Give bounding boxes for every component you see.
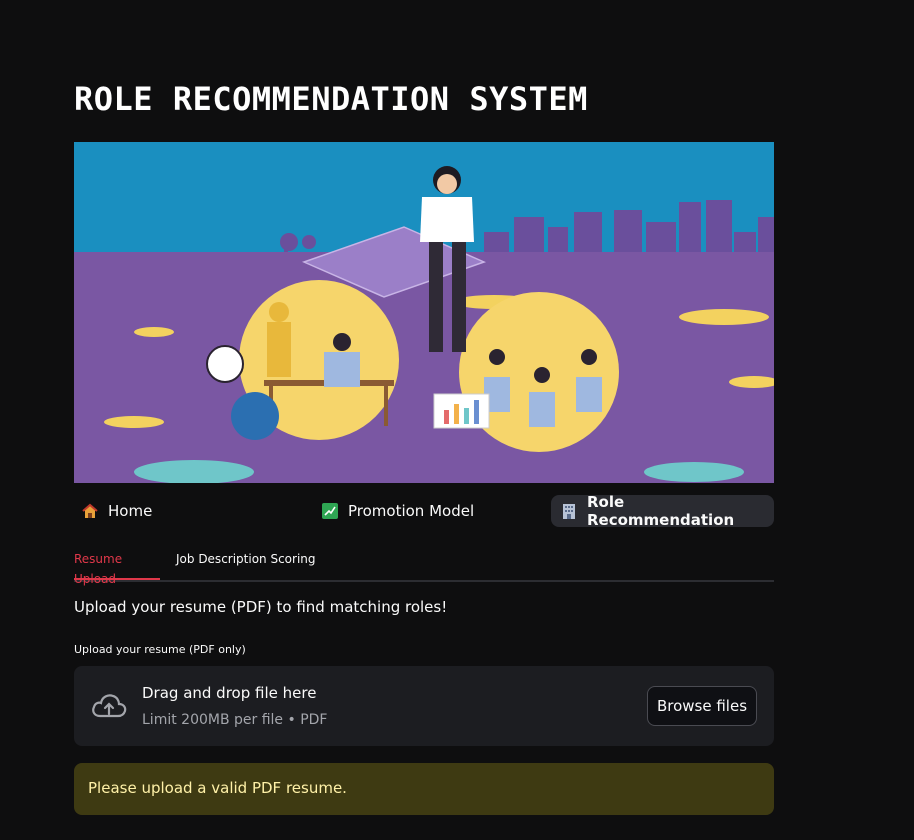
tab-resume-upload[interactable]: Resume Upload — [74, 549, 160, 586]
cloud-upload-icon — [92, 694, 127, 718]
office-building-icon — [561, 503, 577, 519]
page-title: ROLE RECOMMENDATION SYSTEM — [74, 80, 588, 118]
warning-text: Please upload a valid PDF resume. — [88, 779, 347, 797]
browse-files-button[interactable]: Browse files — [647, 686, 757, 726]
upload-field-label: Upload your resume (PDF only) — [74, 643, 246, 656]
hero-illustration — [74, 142, 774, 483]
nav-item-home[interactable]: Home — [74, 495, 160, 527]
top-navigation: Home Promotion Model Role Recommendation — [74, 493, 774, 529]
nav-item-role-recommendation[interactable]: Role Recommendation — [551, 493, 774, 529]
nav-item-label: Promotion Model — [348, 502, 475, 520]
house-icon — [82, 503, 98, 519]
nav-item-label: Role Recommendation — [587, 493, 735, 529]
upload-prompt: Upload your resume (PDF) to find matchin… — [74, 598, 448, 616]
dropzone-limit-text: Limit 200MB per file • PDF — [142, 712, 328, 728]
tab-job-description-scoring[interactable]: Job Description Scoring — [176, 549, 316, 578]
nav-item-label: Home — [108, 502, 153, 520]
tab-bar: Resume Upload Job Description Scoring — [74, 549, 774, 586]
file-dropzone[interactable]: Drag and drop file here Limit 200MB per … — [74, 666, 774, 746]
nav-item-promotion-model[interactable]: Promotion Model — [314, 495, 482, 527]
chart-increasing-icon — [322, 503, 338, 519]
dropzone-title: Drag and drop file here — [142, 684, 317, 702]
warning-alert: Please upload a valid PDF resume. — [74, 763, 774, 815]
